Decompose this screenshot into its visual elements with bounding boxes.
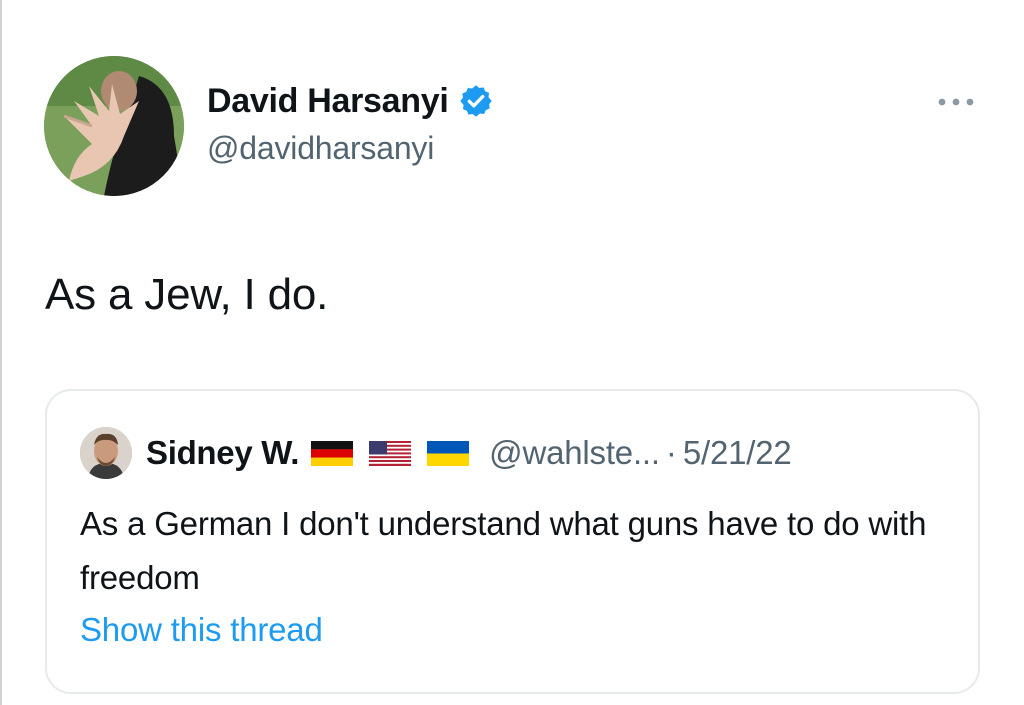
author-avatar[interactable] [44,56,184,196]
author-handle[interactable]: @davidharsanyi [207,130,494,167]
quote-avatar-image-icon [80,427,132,479]
quote-author-name[interactable]: Sidney W. [146,434,299,472]
quoted-tweet-card[interactable]: Sidney W. @wahlste... · 5/21/22 As a Ger… [45,389,980,694]
author-info: David Harsanyi @davidharsanyi [207,78,494,167]
verified-badge-icon [458,83,494,119]
quote-text: As a German I don't understand what guns… [80,505,927,596]
dot-separator: · [665,434,677,471]
quote-header: Sidney W. @wahlste... · 5/21/22 [80,427,792,479]
avatar-image-icon [44,56,184,196]
tweet-text: As a Jew, I do. [45,270,329,319]
more-horizontal-icon [938,98,974,106]
show-thread-link[interactable]: Show this thread [80,611,323,649]
quote-date[interactable]: 5/21/22 [683,434,792,472]
author-name[interactable]: David Harsanyi [207,82,449,121]
germany-flag-icon [311,440,354,466]
quote-author-handle[interactable]: @wahlste... [489,434,660,472]
author-name-row: David Harsanyi [207,78,494,124]
quote-author-avatar [80,427,132,479]
ukraine-flag-icon [427,440,470,466]
usa-flag-icon [369,440,412,466]
left-border [0,0,2,705]
more-options-button[interactable] [932,86,980,118]
